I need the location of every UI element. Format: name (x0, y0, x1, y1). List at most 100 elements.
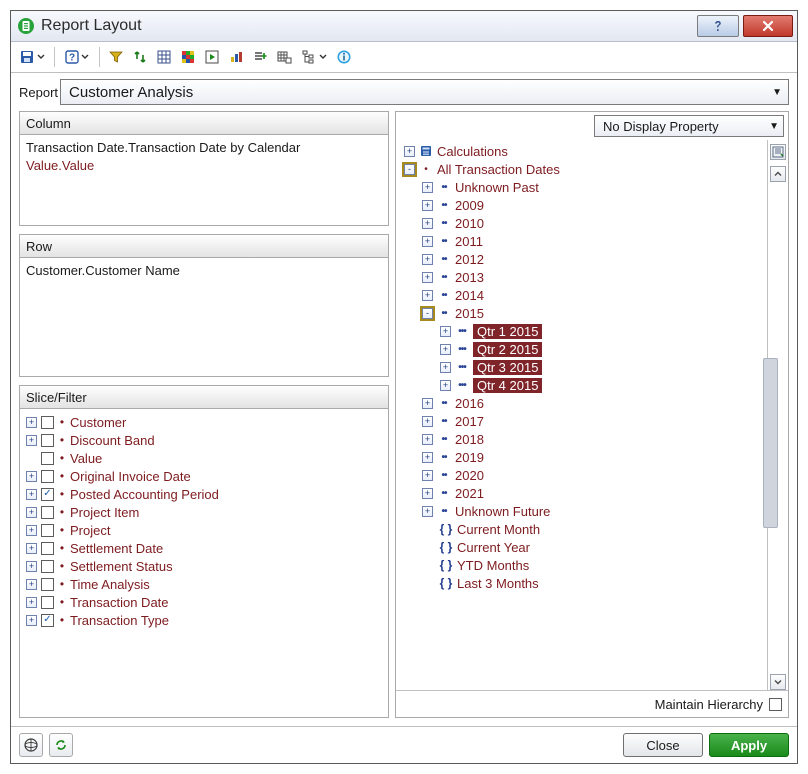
slice-checkbox[interactable] (41, 452, 54, 465)
scroll-down-button[interactable] (770, 674, 786, 690)
table-edit-icon[interactable] (273, 46, 295, 68)
expand-icon[interactable]: + (422, 416, 433, 427)
expand-icon[interactable]: + (440, 362, 451, 373)
slice-item[interactable]: +•Project (26, 521, 382, 539)
expand-icon[interactable]: + (422, 290, 433, 301)
slice-item[interactable]: +✓•Posted Accounting Period (26, 485, 382, 503)
column-item[interactable]: Transaction Date.Transaction Date by Cal… (26, 139, 382, 157)
tree-node[interactable]: -•All Transaction Dates (400, 160, 763, 178)
expand-icon[interactable]: + (422, 470, 433, 481)
slice-item[interactable]: +•Time Analysis (26, 575, 382, 593)
run-icon[interactable] (201, 46, 223, 68)
collapse-icon[interactable]: - (422, 308, 433, 319)
tree-node[interactable]: { }Last 3 Months (400, 574, 763, 592)
slice-item[interactable]: +•Settlement Status (26, 557, 382, 575)
row-item[interactable]: Customer.Customer Name (26, 262, 382, 280)
hierarchy-dropdown-icon[interactable] (297, 46, 331, 68)
display-property-select[interactable]: No Display Property ▼ (594, 115, 784, 137)
expand-icon[interactable]: + (26, 525, 37, 536)
apply-button[interactable]: Apply (709, 733, 789, 757)
expand-icon[interactable]: + (422, 398, 433, 409)
column-item[interactable]: Value.Value (26, 157, 382, 175)
swap-axes-icon[interactable] (129, 46, 151, 68)
scroll-up-button[interactable] (770, 166, 786, 182)
slice-checkbox[interactable]: ✓ (41, 488, 54, 501)
expand-icon[interactable]: + (26, 615, 37, 626)
tree-node[interactable]: +••2014 (400, 286, 763, 304)
slice-item[interactable]: +•Discount Band (26, 431, 382, 449)
expand-icon[interactable]: + (422, 506, 433, 517)
help-dropdown-button[interactable]: ? (60, 46, 94, 68)
tree-node[interactable]: +••Unknown Future (400, 502, 763, 520)
slice-item[interactable]: •Value (26, 449, 382, 467)
expand-icon[interactable]: + (422, 254, 433, 265)
slice-item[interactable]: +•Transaction Date (26, 593, 382, 611)
column-panel-body[interactable]: Transaction Date.Transaction Date by Cal… (20, 135, 388, 225)
tree-node[interactable]: +•••Qtr 1 2015 (400, 322, 763, 340)
close-window-button[interactable] (743, 15, 793, 37)
tree-node[interactable]: +••2018 (400, 430, 763, 448)
expand-icon[interactable]: + (422, 452, 433, 463)
tree-node[interactable]: +Calculations (400, 142, 763, 160)
tree-node[interactable]: +•••Qtr 4 2015 (400, 376, 763, 394)
tree-node[interactable]: +••Unknown Past (400, 178, 763, 196)
slice-item[interactable]: +•Customer (26, 413, 382, 431)
tree-node[interactable]: { }Current Month (400, 520, 763, 538)
expand-icon[interactable]: + (26, 543, 37, 554)
slice-item[interactable]: +•Settlement Date (26, 539, 382, 557)
expand-icon[interactable]: + (422, 218, 433, 229)
report-select[interactable]: Customer Analysis ▼ (60, 79, 789, 105)
refresh-button[interactable] (49, 733, 73, 757)
expand-icon[interactable]: + (422, 200, 433, 211)
expand-icon[interactable]: + (440, 380, 451, 391)
tree-node[interactable]: { }YTD Months (400, 556, 763, 574)
expand-icon[interactable]: + (422, 434, 433, 445)
list-add-icon[interactable] (249, 46, 271, 68)
tree-node[interactable]: -••2015 (400, 304, 763, 322)
expand-icon[interactable]: + (440, 344, 451, 355)
row-panel-body[interactable]: Customer.Customer Name (20, 258, 388, 376)
tree-node[interactable]: +•••Qtr 2 2015 (400, 340, 763, 358)
tree-node[interactable]: { }Current Year (400, 538, 763, 556)
slice-checkbox[interactable] (41, 542, 54, 555)
tree-node[interactable]: +••2009 (400, 196, 763, 214)
expand-icon[interactable]: + (404, 146, 415, 157)
tree-node[interactable]: +••2013 (400, 268, 763, 286)
slice-checkbox[interactable] (41, 596, 54, 609)
expand-icon[interactable]: + (26, 507, 37, 518)
grid-icon[interactable] (153, 46, 175, 68)
expand-icon[interactable]: + (422, 182, 433, 193)
slice-item[interactable]: +•Project Item (26, 503, 382, 521)
slice-checkbox[interactable] (41, 470, 54, 483)
slice-checkbox[interactable] (41, 560, 54, 573)
save-dropdown-button[interactable] (15, 46, 49, 68)
expand-icon[interactable]: + (26, 597, 37, 608)
slice-checkbox[interactable] (41, 524, 54, 537)
filter-icon[interactable] (105, 46, 127, 68)
slice-checkbox[interactable] (41, 434, 54, 447)
slice-item[interactable]: +•Original Invoice Date (26, 467, 382, 485)
expand-icon[interactable]: + (26, 561, 37, 572)
slice-checkbox[interactable] (41, 416, 54, 429)
expand-icon[interactable]: + (422, 236, 433, 247)
tree-node[interactable]: +••2012 (400, 250, 763, 268)
expand-icon[interactable]: + (422, 488, 433, 499)
slice-checkbox[interactable] (41, 578, 54, 591)
scrollbar-thumb[interactable] (763, 358, 778, 528)
color-grid-icon[interactable] (177, 46, 199, 68)
expand-icon[interactable]: + (26, 417, 37, 428)
expand-icon[interactable]: + (422, 272, 433, 283)
tree-node[interactable]: +••2010 (400, 214, 763, 232)
expand-icon[interactable]: + (440, 326, 451, 337)
close-button[interactable]: Close (623, 733, 703, 757)
expand-icon[interactable]: + (26, 579, 37, 590)
tree-node[interactable]: +••2011 (400, 232, 763, 250)
expand-icon[interactable]: + (26, 435, 37, 446)
tree-node[interactable]: +••2016 (400, 394, 763, 412)
tree-node[interactable]: +•••Qtr 3 2015 (400, 358, 763, 376)
globe-button[interactable] (19, 733, 43, 757)
slice-item[interactable]: +✓•Transaction Type (26, 611, 382, 629)
tree[interactable]: +Calculations-•All Transaction Dates+••U… (396, 140, 767, 690)
collapse-icon[interactable]: - (404, 164, 415, 175)
expand-icon[interactable]: + (26, 471, 37, 482)
